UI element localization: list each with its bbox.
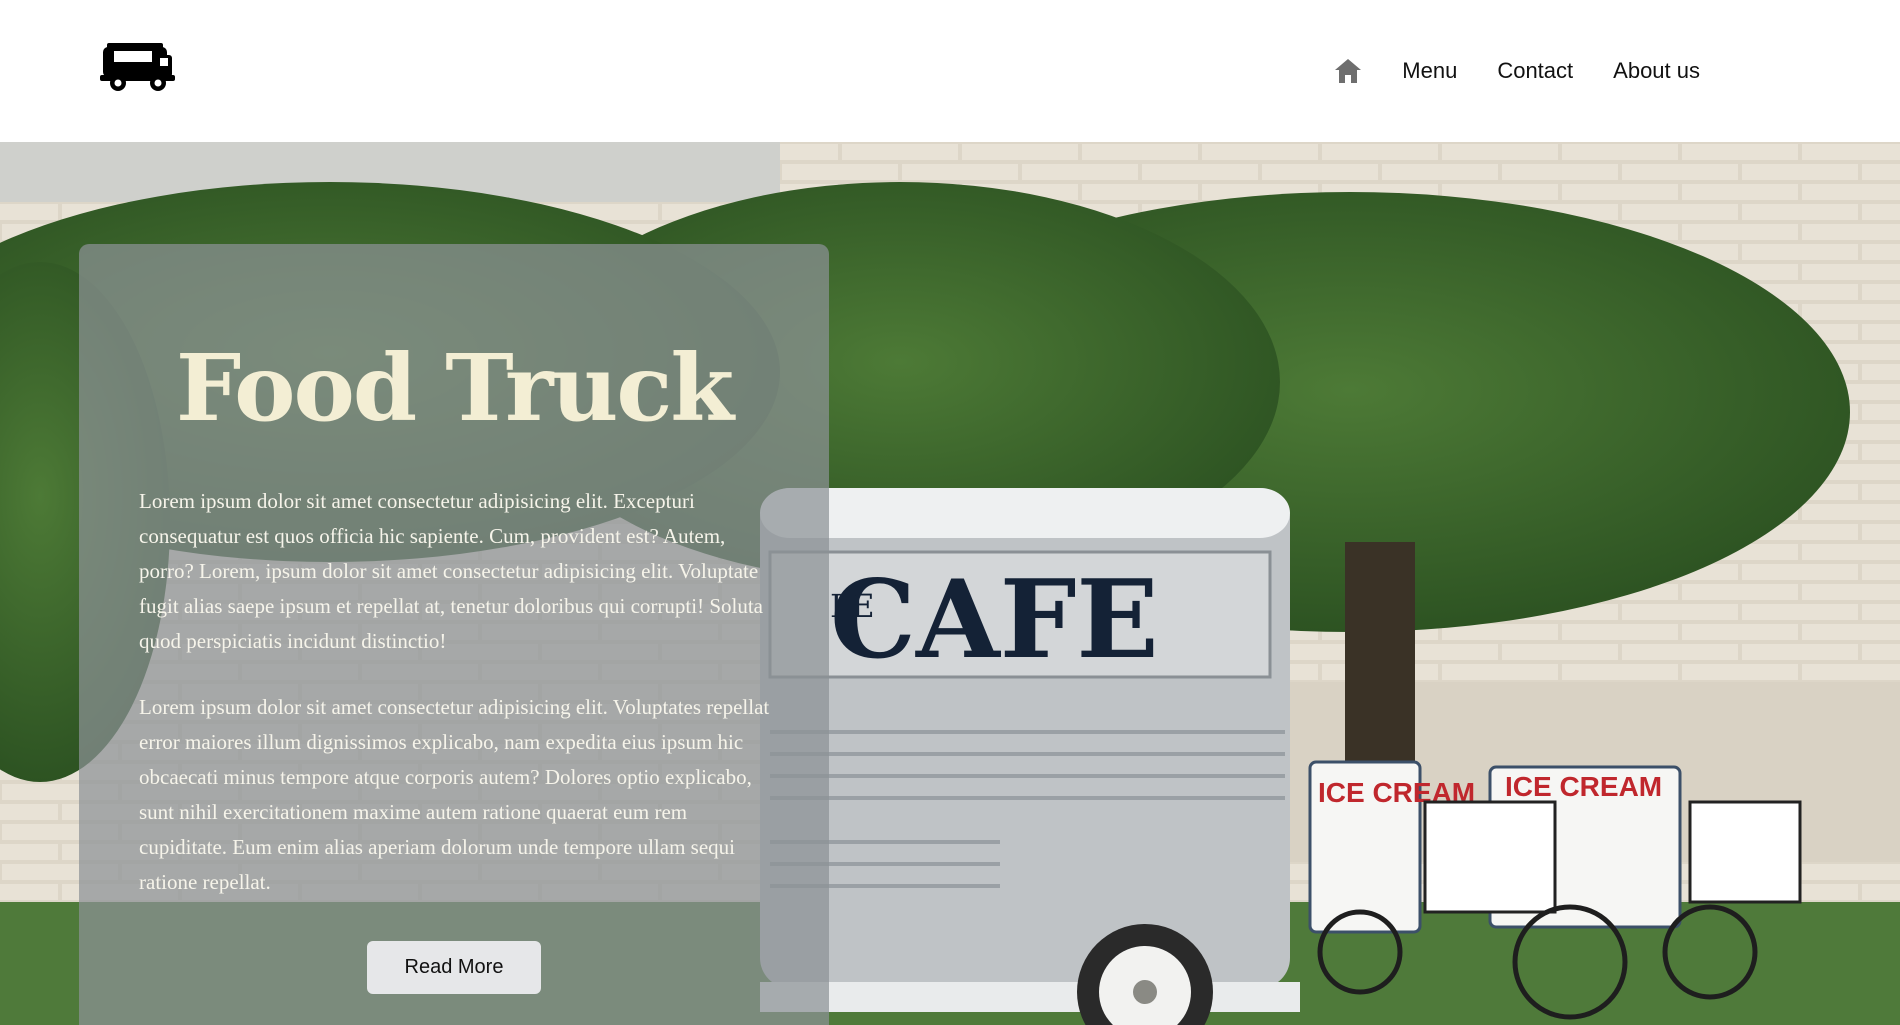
cart-sign-2: ICE CREAM: [1505, 771, 1662, 802]
nav-contact[interactable]: Contact: [1497, 58, 1573, 84]
hero-paragraph-1: Lorem ipsum dolor sit amet consectetur a…: [139, 489, 764, 653]
truck-sign-partial: LE: [830, 587, 875, 625]
truck-sign-cafe: CAFE: [830, 557, 1159, 683]
hero-info-panel: Food Truck Lorem ipsum dolor sit amet co…: [79, 244, 829, 1025]
hero-title: Food Truck: [175, 334, 734, 442]
food-truck-icon[interactable]: [100, 41, 175, 93]
home-icon[interactable]: [1334, 58, 1362, 84]
hero-paragraph-2: Lorem ipsum dolor sit amet consectetur a…: [139, 695, 770, 894]
hero-section: CAFE LE ICE CREAM ICE CREAM Food Truck L…: [0, 142, 1900, 1025]
main-nav: Menu Contact About us: [1334, 58, 1700, 84]
nav-home[interactable]: [1334, 58, 1362, 84]
read-more-button[interactable]: Read More: [367, 941, 541, 994]
nav-about[interactable]: About us: [1613, 58, 1700, 84]
nav-menu[interactable]: Menu: [1402, 58, 1457, 84]
site-header: Menu Contact About us: [0, 0, 1900, 142]
